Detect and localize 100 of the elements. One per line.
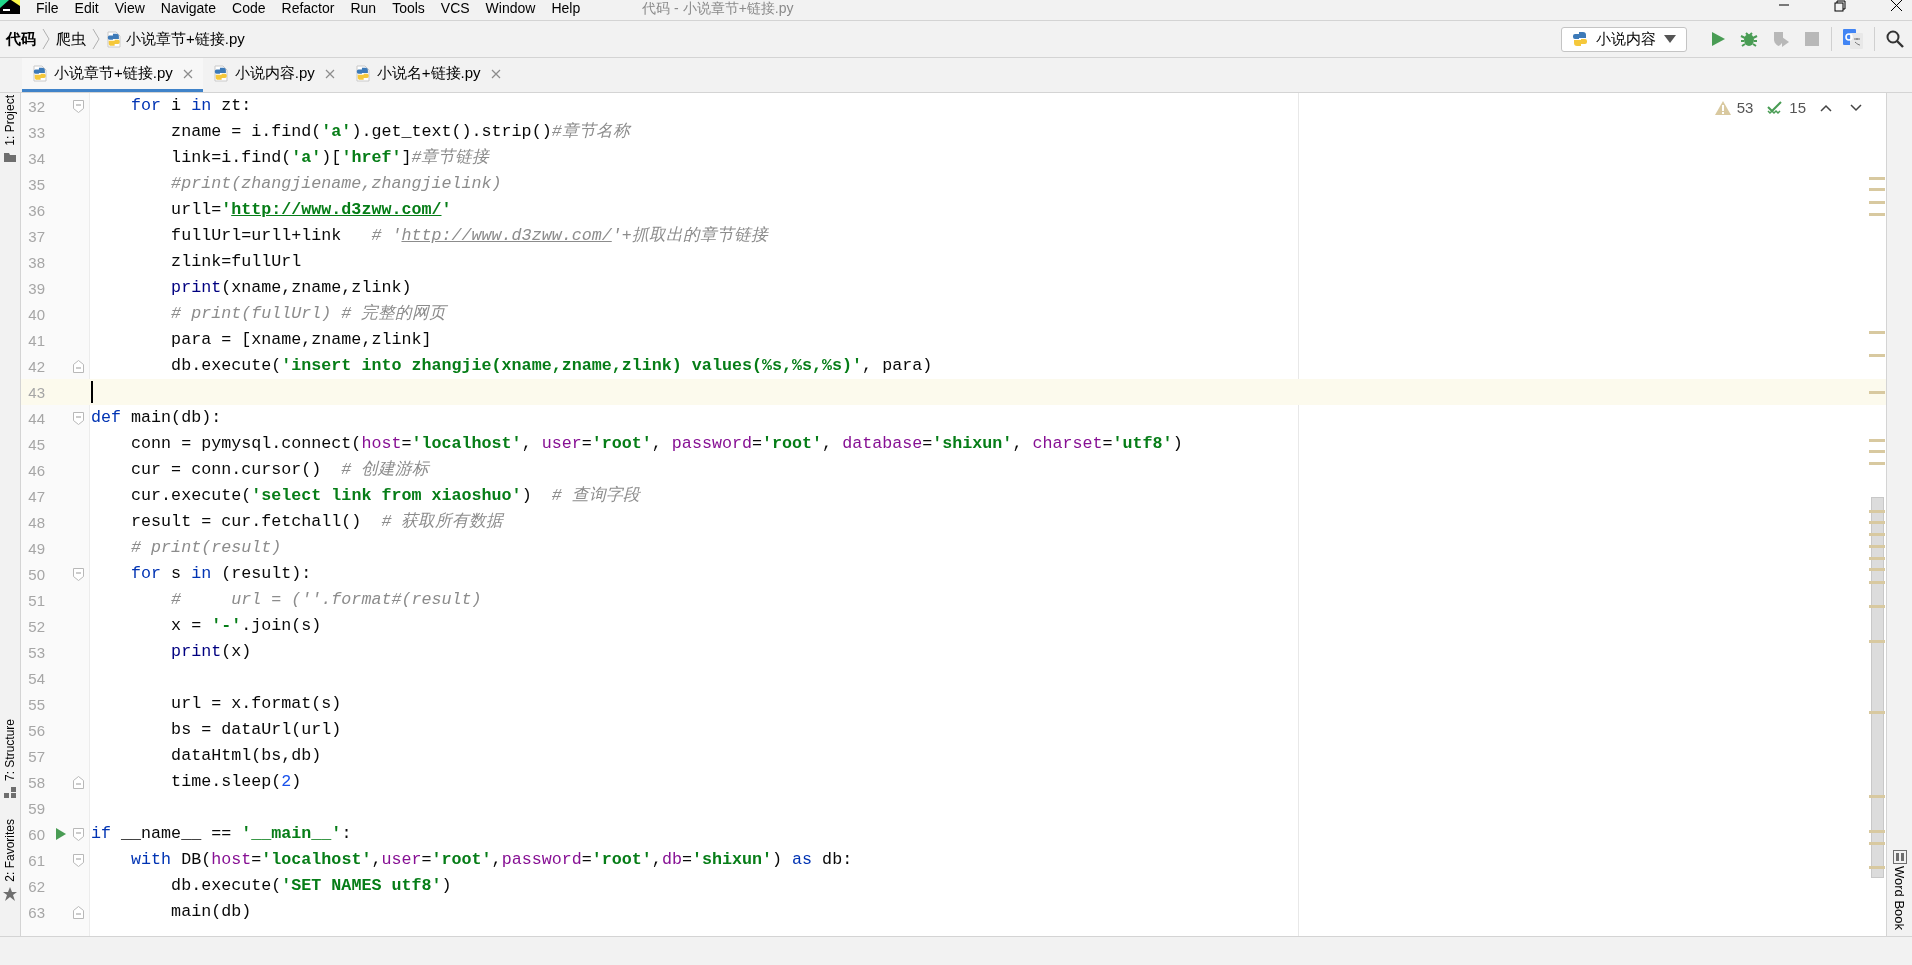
stripe-mark[interactable] <box>1869 201 1885 204</box>
menu-item[interactable]: Help <box>543 0 589 17</box>
stripe-mark[interactable] <box>1869 510 1885 513</box>
stripe-mark[interactable] <box>1869 188 1885 191</box>
stripe-mark[interactable] <box>1869 354 1885 357</box>
fold-icon[interactable] <box>72 775 84 789</box>
line-number: 33 <box>27 123 45 141</box>
line-number: 48 <box>27 513 45 531</box>
run-icon[interactable] <box>1710 31 1726 47</box>
menu-item[interactable]: Tools <box>384 0 433 17</box>
stripe-mark[interactable] <box>1869 866 1885 869</box>
stripe-mark[interactable] <box>1869 545 1885 548</box>
run-icon[interactable] <box>55 827 67 841</box>
fold-icon[interactable] <box>72 905 84 919</box>
chevron-icon <box>42 28 50 50</box>
code-line: with DB(host='localhost',user='root',password='root',db='shixun') as db: <box>130 849 853 871</box>
warning-icon[interactable] <box>1714 100 1731 115</box>
translate-icon[interactable] <box>1843 29 1863 49</box>
tool-window-tab[interactable]: Word Book <box>1892 863 1907 932</box>
tool-window-tab[interactable]: 7: Structure <box>3 716 17 783</box>
stripe-mark[interactable] <box>1869 450 1885 453</box>
run-configuration-dropdown[interactable]: 小说内容 <box>1561 26 1687 52</box>
stripe-mark[interactable] <box>1869 581 1885 584</box>
breadcrumb-item[interactable]: 爬虫 <box>56 29 86 49</box>
menu-item[interactable]: File <box>28 0 67 17</box>
file-tab[interactable]: 小说内容.py <box>202 58 345 92</box>
line-number: 59 <box>27 799 45 817</box>
stripe-mark[interactable] <box>1869 568 1885 571</box>
code-line: dataHtml(bs,db) <box>170 745 322 767</box>
menu-item[interactable]: Navigate <box>152 0 225 17</box>
line-number: 41 <box>27 331 45 349</box>
stripe-mark[interactable] <box>1869 842 1885 845</box>
breadcrumb-item[interactable]: 代码 <box>6 29 36 49</box>
warning-count[interactable]: 53 <box>1736 99 1754 116</box>
line-number: 45 <box>27 435 45 453</box>
stripe-mark[interactable] <box>1869 177 1885 180</box>
stripe-mark[interactable] <box>1869 521 1885 524</box>
fold-icon[interactable] <box>72 567 84 581</box>
line-number: 62 <box>27 877 45 895</box>
fold-icon[interactable] <box>72 827 84 841</box>
stripe-mark[interactable] <box>1869 640 1885 643</box>
python-file-icon <box>212 65 229 82</box>
python-file-icon <box>354 65 371 82</box>
app-icon <box>0 0 20 14</box>
code-line: zname = i.find('a').get_text().strip()#章节名称 <box>170 121 630 143</box>
fold-icon[interactable] <box>72 359 84 373</box>
line-number: 53 <box>27 643 45 661</box>
menu-item[interactable]: View <box>106 0 153 17</box>
tool-window-tab[interactable]: 1: Project <box>3 93 17 148</box>
line-number: 32 <box>27 97 45 115</box>
menu-item[interactable]: Edit <box>66 0 107 17</box>
line-number: 54 <box>27 669 45 687</box>
line-number: 46 <box>27 461 45 479</box>
stripe-mark[interactable] <box>1869 795 1885 798</box>
restore-icon[interactable] <box>1834 0 1846 12</box>
menu-item[interactable]: VCS <box>432 0 478 17</box>
code-line: if __name__ == '__main__': <box>91 823 352 845</box>
code-line: # print(fullUrl) # 完整的网页 <box>170 303 447 325</box>
stripe-mark[interactable] <box>1869 213 1885 216</box>
line-number: 40 <box>27 305 45 323</box>
line-number: 36 <box>27 201 45 219</box>
line-number: 50 <box>27 565 45 583</box>
close-icon[interactable] <box>1890 0 1902 12</box>
bug-icon[interactable] <box>1740 30 1758 48</box>
stripe-mark[interactable] <box>1869 462 1885 465</box>
breadcrumb-item[interactable]: 小说章节+链接.py <box>126 29 245 49</box>
stripe-mark[interactable] <box>1869 533 1885 536</box>
menu-item[interactable]: Refactor <box>273 0 343 17</box>
stripe-mark[interactable] <box>1869 830 1885 833</box>
stripe-mark[interactable] <box>1869 331 1885 334</box>
code-line: result = cur.fetchall() # 获取所有数据 <box>130 511 504 533</box>
typo-count[interactable]: 15 <box>1789 99 1806 116</box>
stripe-mark[interactable] <box>1869 391 1885 394</box>
fold-icon[interactable] <box>72 99 84 113</box>
code-line: print(x) <box>170 641 252 663</box>
code-line: url = x.format(s) <box>170 693 342 715</box>
stripe-mark[interactable] <box>1869 605 1885 608</box>
file-tab[interactable]: 小说名+链接.py <box>344 58 511 92</box>
stripe-mark[interactable] <box>1869 557 1885 560</box>
tool-window-tab[interactable]: 2: Favorites <box>3 816 17 884</box>
chevron-icon <box>92 28 100 50</box>
python-file-icon <box>106 30 122 48</box>
stripe-mark[interactable] <box>1869 439 1885 442</box>
line-number: 60 <box>27 825 45 843</box>
search-icon[interactable] <box>1886 30 1904 48</box>
line-number: 44 <box>27 409 45 427</box>
code-line: bs = dataUrl(url) <box>170 719 342 741</box>
folder-icon <box>4 151 16 162</box>
file-tab[interactable]: 小说章节+链接.py <box>22 58 203 92</box>
menu-item[interactable]: Window <box>477 0 544 17</box>
fold-icon[interactable] <box>72 411 84 425</box>
menu-item[interactable]: Code <box>224 0 274 17</box>
double-check-icon[interactable] <box>1767 100 1784 115</box>
menu-item[interactable]: Run <box>342 0 385 17</box>
window-title: 代码 - 小说章节+链接.py <box>642 0 794 17</box>
stripe-mark[interactable] <box>1869 711 1885 714</box>
code-line: def main(db): <box>91 407 222 429</box>
chevron-up-icon[interactable] <box>1820 103 1832 112</box>
chevron-down-icon[interactable] <box>1850 103 1862 112</box>
fold-icon[interactable] <box>72 853 84 867</box>
